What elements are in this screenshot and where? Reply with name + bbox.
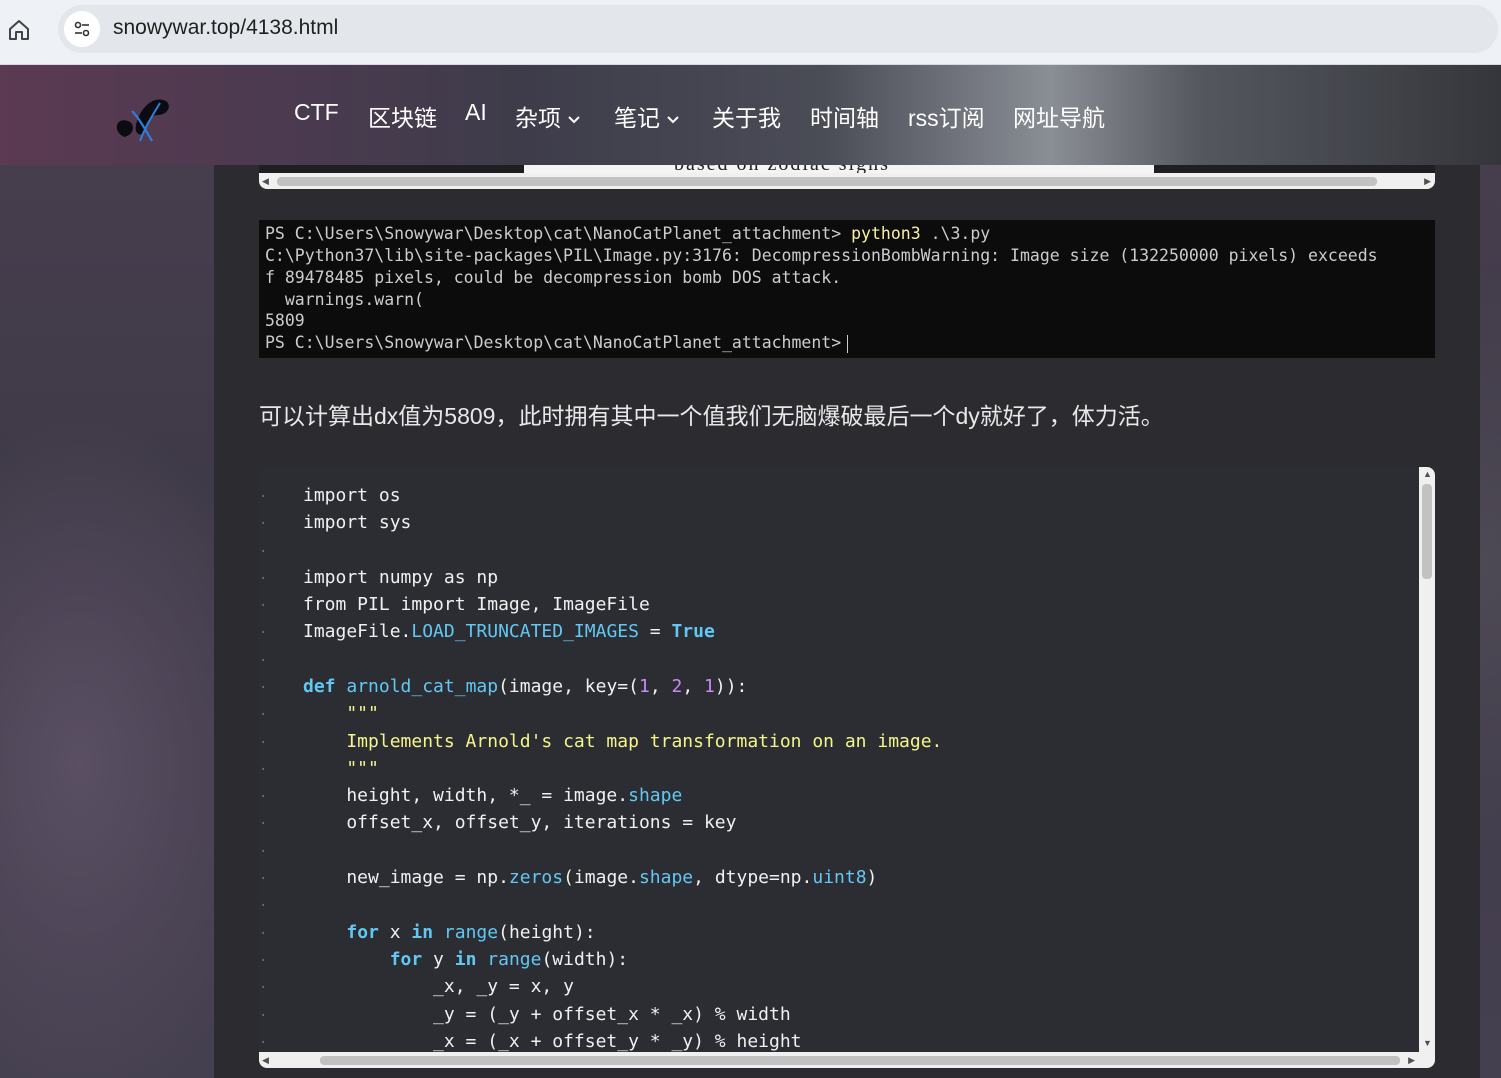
chevron-down-icon [568, 116, 580, 124]
nav-item-ctf[interactable]: CTF [294, 99, 339, 126]
image-block: based on zodiac signs ◀ ▶ [259, 165, 1435, 189]
url-text[interactable]: snowywar.top/4138.html [113, 16, 338, 40]
terminal-line: 5809 [265, 311, 305, 330]
site-navbar: CTF 区块链 AI 杂项 笔记 关于我 时间轴 rss订阅 网址导航 [0, 65, 1501, 165]
image-caption: based on zodiac signs [674, 165, 890, 173]
nav-item-misc[interactable]: 杂项 [515, 99, 581, 133]
nav-item-blockchain[interactable]: 区块链 [368, 99, 437, 133]
code-vertical-scrollbar[interactable]: ▲ ▼ [1419, 467, 1435, 1068]
scroll-left-icon[interactable]: ◀ [262, 1055, 269, 1066]
terminal-line: PS C:\Users\Snowywar\Desktop\cat\NanoCat… [265, 333, 849, 353]
terminal-line: PS C:\Users\Snowywar\Desktop\cat\NanoCat… [265, 224, 991, 243]
scroll-left-icon[interactable]: ◀ [262, 176, 269, 187]
scrollbar-thumb[interactable] [277, 177, 1377, 186]
terminal-line: warnings.warn( [265, 290, 424, 309]
nav-item-links[interactable]: 网址导航 [1013, 99, 1105, 133]
address-bar[interactable]: snowywar.top/4138.html [58, 5, 1498, 53]
terminal-line: C:\Python37\lib\site-packages\PIL\Image.… [265, 246, 1378, 265]
scroll-up-icon[interactable]: ▲ [1423, 469, 1432, 479]
site-logo[interactable] [110, 91, 174, 147]
code-block: . import os . import sys . . import numpy a… [259, 467, 1435, 1068]
nav-item-notes[interactable]: 笔记 [614, 99, 680, 133]
image-horizontal-scrollbar[interactable]: ◀ ▶ [259, 173, 1435, 189]
scroll-right-icon[interactable]: ▶ [1408, 1055, 1415, 1066]
page: CTF 区块链 AI 杂项 笔记 关于我 时间轴 rss订阅 网址导航 base… [0, 65, 1501, 1078]
browser-toolbar: snowywar.top/4138.html [0, 0, 1501, 65]
scroll-right-icon[interactable]: ▶ [1424, 176, 1431, 187]
nav-item-timeline[interactable]: 时间轴 [810, 99, 879, 133]
article-paragraph: 可以计算出dx值为5809，此时拥有其中一个值我们无脑爆破最后一个dy就好了，体… [259, 403, 1164, 429]
terminal-screenshot: PS C:\Users\Snowywar\Desktop\cat\NanoCat… [259, 220, 1435, 358]
text-cursor [847, 334, 849, 353]
chevron-down-icon [667, 116, 679, 124]
zodiac-image: based on zodiac signs [524, 165, 1154, 173]
article-content: based on zodiac signs ◀ ▶ PS C:\Users\Sn… [214, 165, 1480, 1078]
scrollbar-thumb[interactable] [1422, 484, 1432, 579]
scroll-down-icon[interactable]: ▼ [1423, 1038, 1432, 1048]
nav-item-rss[interactable]: rss订阅 [908, 99, 985, 133]
nav-item-ai[interactable]: AI [465, 99, 487, 126]
terminal-line: f 89478485 pixels, could be decompressio… [265, 268, 842, 287]
site-info-icon[interactable] [64, 11, 100, 47]
nav-item-about[interactable]: 关于我 [712, 99, 781, 133]
code-horizontal-scrollbar[interactable]: ◀ ▶ [259, 1052, 1419, 1068]
home-icon[interactable] [6, 17, 32, 43]
scrollbar-thumb[interactable] [320, 1056, 1400, 1065]
